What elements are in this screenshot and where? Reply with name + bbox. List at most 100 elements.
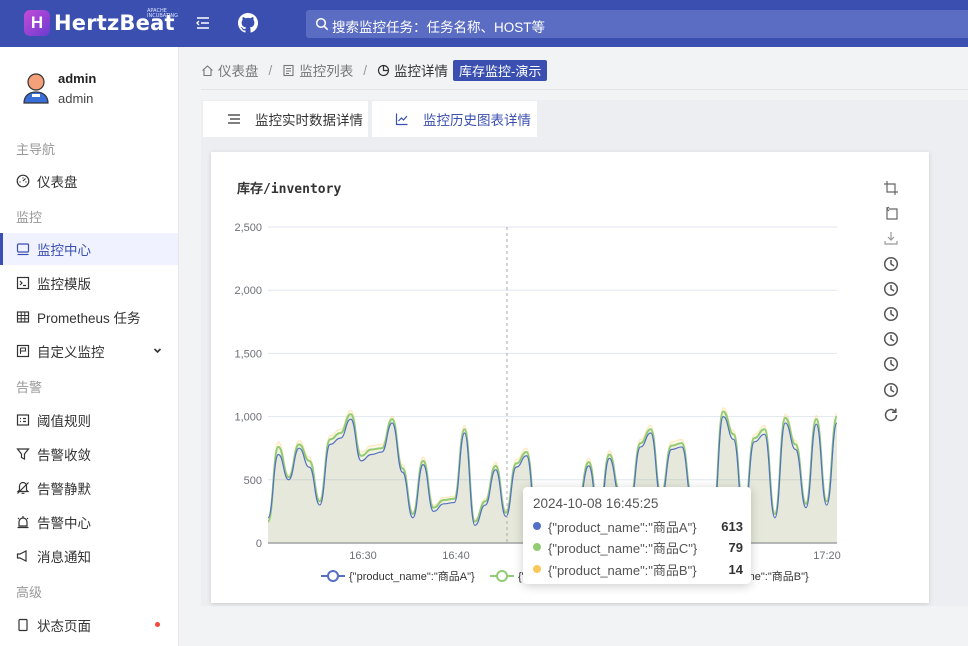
zoom-reset-icon[interactable] [883, 205, 899, 221]
sidebar-item-label: 自定义监控 [37, 345, 105, 360]
sidebar-item-label: 告警收敛 [37, 448, 91, 463]
tooltip-row: {"product_name":"商品B"} 14 [533, 560, 743, 578]
breadcrumb: 仪表盘 / 监控列表 / 监控详情 库存监控-演示 [201, 59, 548, 81]
breadcrumb-separator: / [268, 62, 273, 78]
sidebar-item-label: 阈值规则 [37, 414, 91, 429]
sidebar-item-label: 消息通知 [37, 550, 91, 565]
tooltip-row: {"product_name":"商品C"} 79 [533, 538, 743, 556]
breadcrumb-dashboard-label: 仪表盘 [218, 64, 259, 79]
tab-realtime-data-label: 监控实时数据详情 [255, 113, 363, 128]
history-12m-icon[interactable] [883, 382, 899, 398]
top-bar: H HertzBeat APACHE INCUBATING 搜索监控任务：任务名… [0, 0, 968, 47]
y-tick-label: 500 [244, 475, 262, 487]
y-tick-label: 0 [256, 538, 262, 550]
tab-realtime-data[interactable]: 监控实时数据详情 [203, 101, 368, 137]
breadcrumb-dashboard[interactable]: 仪表盘 [201, 60, 259, 80]
alarm-icon [17, 516, 29, 529]
status-page-icon [18, 618, 28, 632]
nav-group-main: 主导航 [16, 142, 56, 157]
sidebar-item-alert-center[interactable]: 告警中心 [0, 506, 178, 538]
logo-badge: APACHE INCUBATING [147, 8, 178, 19]
chart-tooltip: 2024-10-08 16:45:25 {"product_name":"商品A… [523, 487, 751, 584]
sidebar-item-silence[interactable]: 告警静默 [0, 472, 178, 504]
tab-history-chart[interactable]: 监控历史图表详情 [372, 101, 537, 137]
breadcrumb-monitor-list[interactable]: 监控列表 [282, 60, 353, 80]
legend-marker [327, 570, 339, 582]
monitor-icon [16, 243, 30, 256]
sidebar-item-custom-monitor[interactable]: 自定义监控 [0, 335, 178, 367]
sidebar: admin admin 主导航 仪表盘 监控 监控中心 监控模版 Prometh… [0, 47, 179, 646]
mute-icon [16, 481, 30, 494]
sidebar-item-monitor-center[interactable]: 监控中心 [0, 233, 178, 265]
chevron-down-icon[interactable] [153, 346, 162, 355]
filter-icon [16, 448, 30, 460]
y-tick-label: 2,500 [234, 222, 262, 234]
template-icon [16, 276, 30, 290]
sidebar-item-converge[interactable]: 告警收敛 [0, 438, 178, 470]
monitor-name-tag: 库存监控-演示 [453, 59, 548, 81]
sidebar-item-threshold[interactable]: 阈值规则 [0, 404, 178, 436]
tooltip-series-name: {"product_name":"商品A"} [548, 519, 697, 535]
sidebar-item-label: 告警中心 [37, 516, 91, 531]
sidebar-item-dashboard[interactable]: 仪表盘 [0, 165, 178, 197]
app-logo[interactable]: H HertzBeat APACHE INCUBATING [24, 8, 178, 37]
history-1d-icon[interactable] [883, 306, 899, 322]
sidebar-item-templates[interactable]: 监控模版 [0, 267, 178, 299]
refresh-icon[interactable] [883, 407, 899, 423]
x-tick-label: 16:30 [349, 550, 377, 562]
y-tick-label: 2,000 [234, 285, 262, 297]
history-1w-icon[interactable] [883, 331, 899, 347]
tooltip-series-name: {"product_name":"商品C"} [548, 540, 698, 556]
legend-marker [496, 570, 508, 582]
pie-chart-icon [377, 64, 390, 76]
tooltip-series-value: 613 [721, 518, 743, 534]
sidebar-item-label: 监控模版 [37, 277, 91, 292]
sidebar-item-status-page[interactable]: 状态页面 [0, 609, 178, 641]
breadcrumb-divider [201, 89, 968, 90]
breadcrumb-monitor-detail: 监控详情 库存监控-演示 [377, 59, 548, 81]
user-role: admin [58, 91, 94, 106]
user-name: admin [58, 71, 97, 86]
y-tick-label: 1,500 [234, 348, 262, 360]
avatar [23, 73, 49, 104]
menu-fold-icon[interactable] [194, 14, 212, 32]
sidebar-item-label: 监控中心 [37, 243, 91, 258]
chart-toolbox [883, 180, 901, 432]
tab-history-chart-label: 监控历史图表详情 [423, 113, 531, 128]
custom-monitor-icon [16, 344, 30, 358]
github-icon[interactable] [238, 13, 258, 33]
sidebar-item-notice[interactable]: 消息通知 [0, 540, 178, 572]
tooltip-time: 2024-10-08 16:45:25 [533, 496, 659, 511]
line-chart-icon [395, 113, 408, 126]
nav-group-alert: 告警 [16, 380, 43, 395]
tooltip-series-value: 14 [728, 561, 743, 577]
series-c-dot [533, 543, 541, 551]
breadcrumb-monitor-list-label: 监控列表 [299, 64, 354, 79]
zoom-icon[interactable] [883, 180, 899, 196]
sidebar-item-prometheus[interactable]: Prometheus 任务 [0, 301, 178, 333]
x-tick-label: 17:20 [813, 550, 841, 562]
home-icon [202, 64, 213, 76]
legend-label: {"product_name":"商品A"} [349, 569, 475, 583]
threshold-icon [16, 414, 30, 426]
tooltip-series-name: {"product_name":"商品B"} [548, 562, 697, 578]
breadcrumb-current-label: 监控详情 [394, 64, 449, 79]
search-input[interactable]: 搜索监控任务：任务名称、HOST等 [332, 16, 545, 36]
search-bar[interactable]: 搜索监控任务：任务名称、HOST等 [306, 10, 968, 38]
sidebar-item-label: 状态页面 [37, 619, 91, 634]
monitor-list-icon [283, 64, 294, 76]
history-6h-icon[interactable] [883, 281, 899, 297]
table-icon [16, 311, 30, 323]
series-b-dot [533, 565, 541, 573]
history-4w-icon[interactable] [883, 356, 899, 372]
list-icon [228, 114, 240, 124]
series-a-dot [533, 522, 541, 530]
download-icon[interactable] [883, 230, 899, 246]
nav-group-monitor: 监控 [16, 210, 43, 225]
search-icon [315, 17, 329, 31]
sidebar-item-label: 告警静默 [37, 482, 91, 497]
history-1h-icon[interactable] [883, 256, 899, 272]
dashboard-icon [16, 174, 30, 188]
sidebar-item-label: Prometheus 任务 [37, 311, 141, 326]
sidebar-item-label: 仪表盘 [37, 175, 78, 190]
